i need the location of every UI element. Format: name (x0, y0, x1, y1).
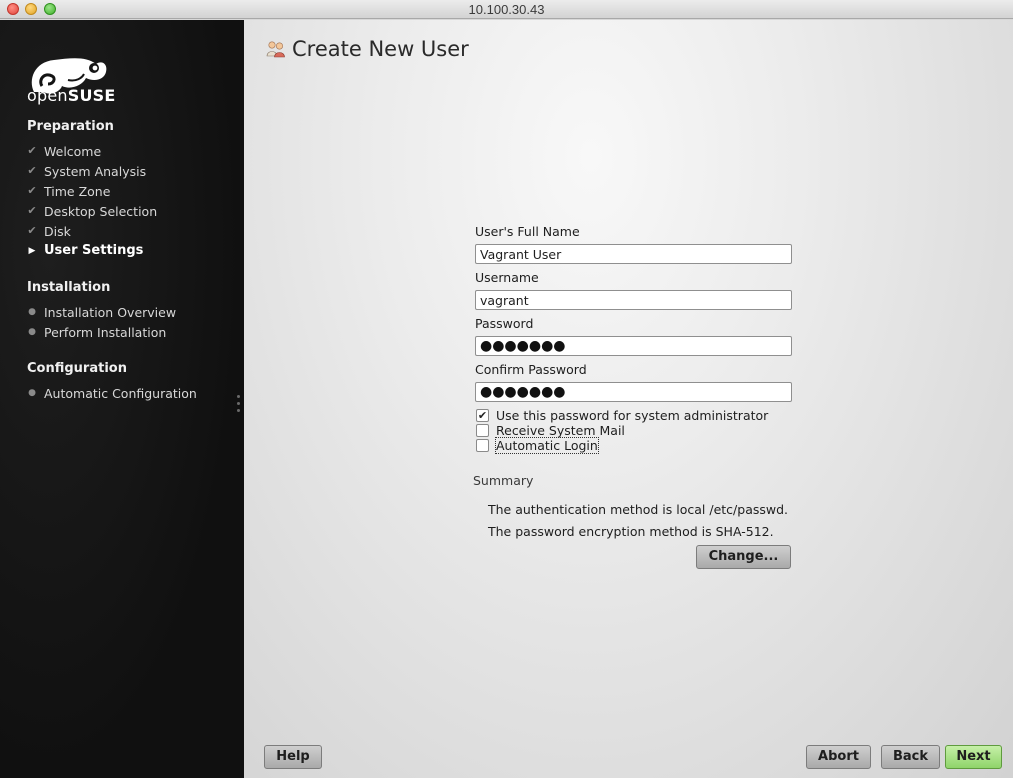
username-input[interactable] (475, 290, 792, 310)
sidebar-step-desktop-selection: Desktop Selection (44, 204, 158, 219)
sidebar-step-installation-overview: Installation Overview (44, 305, 177, 320)
checkbox-checked-icon[interactable]: ✔ (476, 409, 489, 422)
use-password-for-admin-label: Use this password for system administrat… (496, 408, 769, 423)
users-icon (266, 41, 285, 58)
confirm-password-input[interactable]: ●●●●●●● (475, 382, 792, 402)
summary-heading: Summary (473, 473, 534, 488)
sidebar-step-disk: Disk (44, 224, 71, 239)
check-icon: ✔ (27, 184, 37, 197)
receive-system-mail-label: Receive System Mail (496, 423, 625, 438)
next-button[interactable]: Next (945, 745, 1002, 769)
full-name-label: User's Full Name (475, 224, 580, 239)
check-icon: ✔ (27, 164, 37, 177)
bullet-icon: ● (28, 388, 36, 398)
sidebar-step-automatic-configuration: Automatic Configuration (44, 386, 197, 401)
check-icon: ✔ (27, 224, 37, 237)
password-label: Password (475, 316, 534, 331)
automatic-login-label: Automatic Login (495, 437, 599, 454)
page-title: Create New User (292, 37, 469, 61)
checkbox-unchecked-icon[interactable] (476, 439, 489, 452)
change-button[interactable]: Change... (696, 545, 791, 569)
sidebar-step-perform-installation: Perform Installation (44, 325, 167, 340)
sidebar-step-user-settings: User Settings (44, 243, 144, 258)
username-label: Username (475, 270, 539, 285)
installer-sidebar: openSUSE Preparation ✔ Welcome ✔ System … (0, 20, 244, 778)
sidebar-section-configuration: Configuration (27, 361, 127, 376)
main-content: Create New User User's Full Name Usernam… (244, 20, 1013, 778)
check-icon: ✔ (27, 144, 37, 157)
help-button[interactable]: Help (264, 745, 322, 769)
password-input[interactable]: ●●●●●●● (475, 336, 792, 356)
opensuse-wordmark: openSUSE (27, 86, 116, 105)
sidebar-step-system-analysis: System Analysis (44, 164, 147, 179)
bullet-icon: ● (28, 327, 36, 337)
sidebar-step-welcome: Welcome (44, 144, 102, 159)
current-step-arrow-icon: ▶ (28, 246, 36, 256)
summary-auth-method: The authentication method is local /etc/… (488, 502, 789, 517)
sidebar-resize-handle[interactable] (237, 395, 240, 416)
abort-button[interactable]: Abort (806, 745, 871, 769)
bullet-icon: ● (28, 307, 36, 317)
window-title: 10.100.30.43 (468, 2, 545, 17)
checkbox-unchecked-icon[interactable] (476, 424, 489, 437)
back-button[interactable]: Back (881, 745, 940, 769)
sidebar-section-preparation: Preparation (27, 119, 114, 134)
window-titlebar: 10.100.30.43 (0, 0, 1013, 19)
summary-encryption-method: The password encryption method is SHA-51… (488, 524, 774, 539)
check-icon: ✔ (27, 204, 37, 217)
sidebar-section-installation: Installation (27, 280, 111, 295)
sidebar-step-time-zone: Time Zone (44, 184, 111, 199)
confirm-password-label: Confirm Password (475, 362, 587, 377)
full-name-input[interactable] (475, 244, 792, 264)
